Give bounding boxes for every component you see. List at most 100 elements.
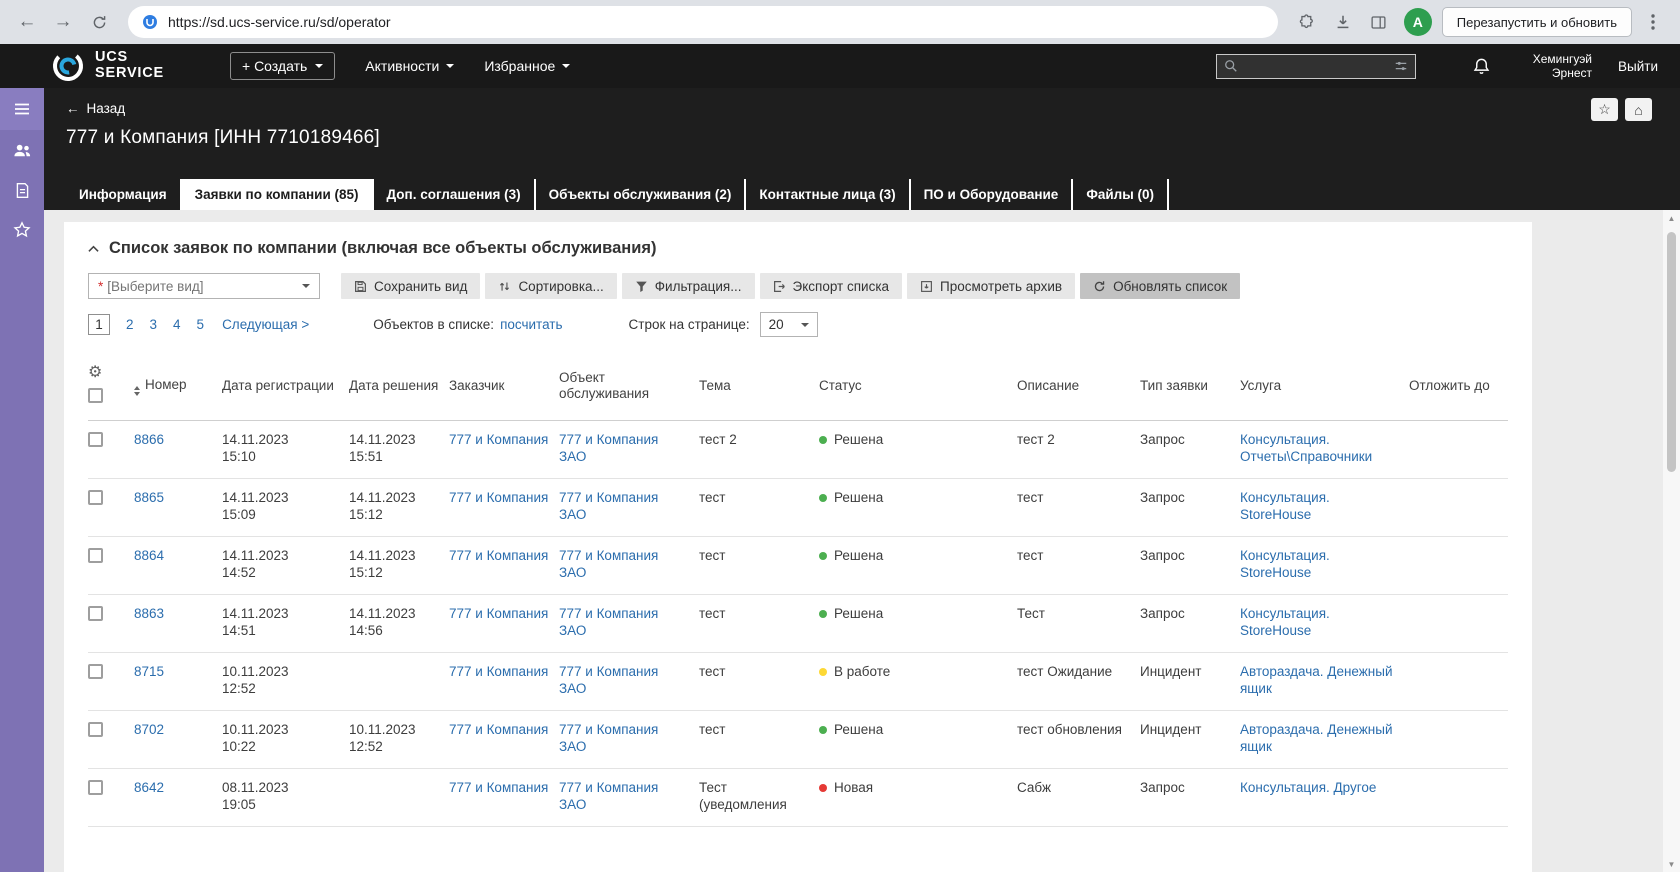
service-link[interactable]: Консультация. StoreHouse: [1240, 548, 1330, 580]
service-link[interactable]: Консультация. StoreHouse: [1240, 606, 1330, 638]
tab-3[interactable]: Объекты обслуживания (2): [536, 179, 747, 210]
service-object-link[interactable]: 777 и Компания ЗАО: [559, 606, 658, 638]
home-button[interactable]: ⌂: [1625, 98, 1652, 121]
request-number-link[interactable]: 8702: [134, 722, 164, 737]
page-link-5[interactable]: 5: [197, 317, 205, 332]
app-header: UCS SERVICE + Создать Активности Избранн…: [0, 44, 1680, 88]
global-search[interactable]: [1215, 53, 1416, 79]
favorite-star-button[interactable]: ☆: [1591, 98, 1618, 121]
address-bar[interactable]: https://sd.ucs-service.ru/sd/operator: [128, 6, 1278, 38]
table-settings-gear-icon[interactable]: ⚙: [88, 365, 126, 381]
profile-avatar[interactable]: A: [1403, 8, 1432, 36]
tab-6[interactable]: Файлы (0): [1073, 179, 1170, 210]
customer-link[interactable]: 777 и Компания: [449, 490, 548, 505]
section-header[interactable]: Список заявок по компании (включая все о…: [88, 239, 1508, 258]
split-screen-icon[interactable]: [1364, 7, 1394, 37]
row-checkbox[interactable]: [88, 779, 103, 795]
filter-button[interactable]: Фильтрация...: [621, 273, 755, 299]
archive-button[interactable]: Просмотреть архив: [907, 273, 1076, 299]
service-link[interactable]: Консультация. StoreHouse: [1240, 490, 1330, 522]
notifications-bell-icon[interactable]: [1472, 57, 1491, 76]
request-number-link[interactable]: 8866: [134, 432, 164, 447]
service-object-link[interactable]: 777 и Компания ЗАО: [559, 432, 658, 464]
customer-link[interactable]: 777 и Компания: [449, 432, 548, 447]
request-number-link[interactable]: 8864: [134, 548, 164, 563]
rows-per-page-select[interactable]: 20: [759, 312, 818, 337]
scroll-down-icon[interactable]: ▼: [1663, 856, 1680, 872]
app-logo[interactable]: UCS SERVICE: [50, 48, 164, 84]
service-link[interactable]: Автораздача. Денежный ящик: [1240, 664, 1393, 696]
service-object-link[interactable]: 777 и Компания ЗАО: [559, 548, 658, 580]
menu-activities[interactable]: Активности: [365, 58, 455, 74]
tab-4[interactable]: Контактные лица (3): [746, 179, 911, 210]
service-object-link[interactable]: 777 и Компания ЗАО: [559, 664, 658, 696]
export-button[interactable]: Экспорт списка: [759, 273, 903, 299]
page-link-3[interactable]: 3: [150, 317, 158, 332]
sidebar-item-requests[interactable]: [0, 170, 44, 210]
customer-link[interactable]: 777 и Компания: [449, 664, 548, 679]
back-icon[interactable]: ←: [12, 7, 42, 37]
view-select[interactable]: * [Выберите вид]: [88, 273, 320, 299]
service-link[interactable]: Консультация. Отчеты\Справочники: [1240, 432, 1372, 464]
filter-icon: [635, 280, 648, 293]
required-mark: *: [98, 278, 104, 294]
row-checkbox[interactable]: [88, 721, 103, 737]
request-number-link[interactable]: 8865: [134, 490, 164, 505]
select-all-checkbox[interactable]: [88, 388, 103, 403]
row-select-cell: [88, 420, 134, 479]
reload-icon[interactable]: [84, 7, 114, 37]
tab-5[interactable]: ПО и Оборудование: [911, 179, 1074, 210]
page-link-2[interactable]: 2: [126, 317, 134, 332]
tab-1[interactable]: Заявки по компании (85): [181, 179, 374, 210]
row-checkbox[interactable]: [88, 663, 103, 679]
search-input[interactable]: [1243, 58, 1388, 74]
scrollbar-thumb[interactable]: [1667, 232, 1676, 472]
request-type-cell: Запрос: [1140, 768, 1240, 827]
service-link[interactable]: Консультация. Другое: [1240, 780, 1376, 795]
downloads-icon[interactable]: [1328, 7, 1358, 37]
menu-favorites[interactable]: Избранное: [484, 58, 571, 74]
request-type-cell: Запрос: [1140, 478, 1240, 537]
tab-2[interactable]: Доп. соглашения (3): [374, 179, 536, 210]
sort-icon[interactable]: [134, 385, 140, 396]
customer-link[interactable]: 777 и Компания: [449, 606, 548, 621]
extensions-icon[interactable]: [1292, 7, 1322, 37]
scroll-up-icon[interactable]: ▲: [1663, 210, 1680, 226]
customer-link[interactable]: 777 и Компания: [449, 548, 548, 563]
search-options-icon[interactable]: [1394, 59, 1408, 73]
back-link[interactable]: ← Назад: [66, 101, 125, 116]
col-header-10: Отложить до: [1409, 357, 1508, 421]
request-number-link[interactable]: 8642: [134, 780, 164, 795]
row-checkbox[interactable]: [88, 489, 103, 505]
service-object-link[interactable]: 777 и Компания ЗАО: [559, 722, 658, 754]
row-checkbox[interactable]: [88, 431, 103, 447]
restart-update-button[interactable]: Перезапустить и обновить: [1441, 7, 1632, 37]
current-user[interactable]: Хемингуэй Эрнест: [1533, 52, 1592, 81]
next-page-link[interactable]: Следующая >: [222, 317, 309, 332]
create-button[interactable]: + Создать: [230, 52, 336, 80]
sort-button[interactable]: Сортировка...: [485, 273, 617, 299]
row-checkbox[interactable]: [88, 605, 103, 621]
row-checkbox[interactable]: [88, 547, 103, 563]
customer-link[interactable]: 777 и Компания: [449, 780, 548, 795]
sidebar-item-contacts[interactable]: [0, 130, 44, 170]
forward-icon[interactable]: →: [48, 7, 78, 37]
menu-toggle-button[interactable]: [0, 88, 44, 130]
customer-link[interactable]: 777 и Компания: [449, 722, 548, 737]
tab-0[interactable]: Информация: [66, 179, 182, 210]
service-link[interactable]: Автораздача. Денежный ящик: [1240, 722, 1393, 754]
sidebar-item-favorites[interactable]: [0, 210, 44, 250]
logout-button[interactable]: Выйти: [1618, 59, 1658, 74]
save-button[interactable]: Сохранить вид: [341, 273, 481, 299]
request-number-link[interactable]: 8715: [134, 664, 164, 679]
request-number-link[interactable]: 8863: [134, 606, 164, 621]
service-object-link[interactable]: 777 и Компания ЗАО: [559, 490, 658, 522]
vertical-scrollbar[interactable]: ▲ ▼: [1663, 210, 1680, 872]
refresh-button[interactable]: Обновлять список: [1080, 273, 1241, 299]
browser-menu-icon[interactable]: [1638, 7, 1668, 37]
service-object-link[interactable]: 777 и Компания ЗАО: [559, 780, 658, 812]
service-object-cell: 777 и Компания ЗАО: [559, 536, 699, 595]
count-link[interactable]: посчитать: [500, 317, 562, 332]
page-link-4[interactable]: 4: [173, 317, 181, 332]
table-row-8715: 8715 10.11.2023 12:52 777 и Компания 777 и К…: [88, 652, 1508, 711]
